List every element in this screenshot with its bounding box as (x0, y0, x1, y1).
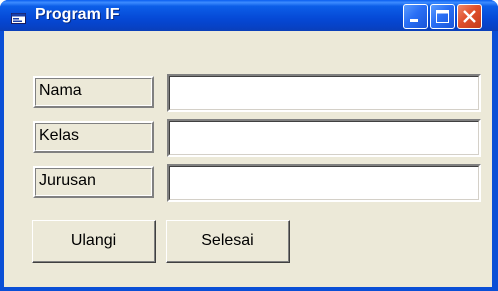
kelas-field[interactable] (167, 119, 481, 157)
title-bar[interactable]: Program IF (0, 0, 498, 31)
label-kelas: Kelas (33, 121, 154, 153)
ulangi-button[interactable]: Ulangi (32, 220, 156, 263)
selesai-button[interactable]: Selesai (166, 220, 290, 263)
kelas-input[interactable] (169, 121, 479, 155)
program-if-window: Program IF Nama Kelas Jurusan Ulangi Sel… (0, 0, 498, 291)
label-jurusan: Jurusan (33, 166, 154, 198)
maximize-button[interactable] (430, 4, 455, 29)
close-button[interactable] (457, 4, 482, 29)
close-icon (463, 10, 476, 23)
nama-field[interactable] (167, 74, 481, 112)
minimize-icon (410, 19, 418, 22)
app-window-icon (11, 10, 27, 24)
nama-input[interactable] (169, 76, 479, 110)
label-nama: Nama (33, 76, 154, 108)
window-title: Program IF (35, 6, 120, 23)
minimize-button[interactable] (403, 4, 428, 29)
selesai-label: Selesai (167, 221, 289, 262)
jurusan-input[interactable] (169, 166, 479, 200)
jurusan-field[interactable] (167, 164, 481, 202)
ulangi-label: Ulangi (33, 221, 155, 262)
maximize-icon (436, 10, 449, 23)
